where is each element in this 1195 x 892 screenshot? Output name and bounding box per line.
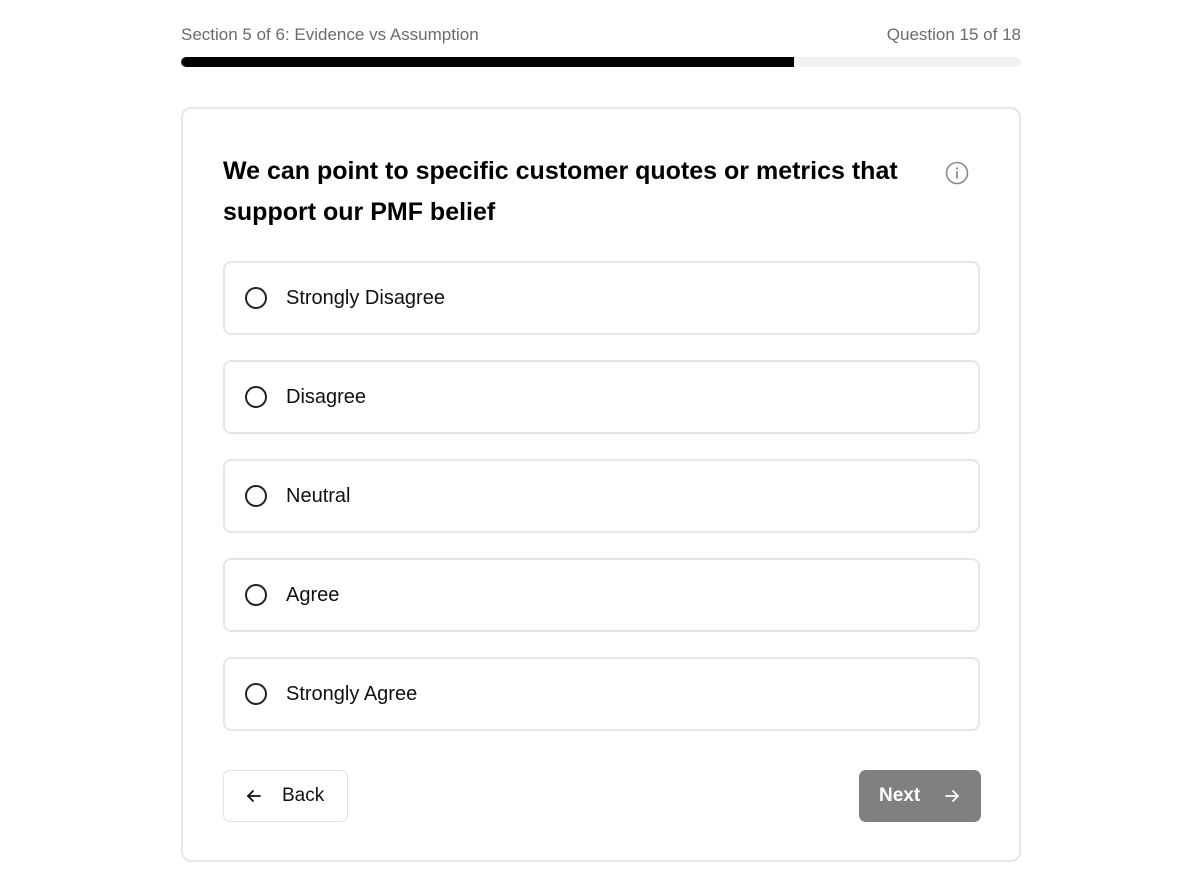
radio-button[interactable] — [245, 485, 267, 507]
radio-button[interactable] — [245, 683, 267, 705]
option-neutral[interactable]: Neutral — [223, 459, 980, 533]
info-icon[interactable] — [944, 160, 970, 186]
option-label: Neutral — [286, 484, 351, 507]
progress-bar-fill — [181, 57, 795, 67]
question-card: We can point to specific customer quotes… — [181, 107, 1021, 862]
option-label: Strongly Disagree — [286, 286, 445, 309]
option-strongly-agree[interactable]: Strongly Agree — [223, 657, 980, 731]
section-label: Section 5 of 6: Evidence vs Assumption — [181, 25, 479, 44]
progress-bar — [181, 57, 1021, 67]
radio-button[interactable] — [245, 584, 267, 606]
answer-options: Strongly Disagree Disagree Neutral Agree… — [223, 261, 980, 756]
back-button[interactable]: Back — [223, 770, 348, 822]
radio-button[interactable] — [245, 386, 267, 408]
option-agree[interactable]: Agree — [223, 558, 980, 632]
option-label: Agree — [286, 583, 340, 606]
option-label: Disagree — [286, 385, 367, 408]
question-counter: Question 15 of 18 — [886, 25, 1021, 44]
next-button[interactable]: Next — [859, 770, 981, 822]
option-strongly-disagree[interactable]: Strongly Disagree — [223, 261, 980, 335]
progress-header: Section 5 of 6: Evidence vs Assumption Q… — [181, 22, 1021, 48]
option-disagree[interactable]: Disagree — [223, 360, 980, 434]
question-title: We can point to specific customer quotes… — [223, 157, 898, 226]
option-label: Strongly Agree — [286, 682, 418, 705]
radio-button[interactable] — [245, 287, 267, 309]
next-label: Next — [879, 785, 921, 806]
arrow-right-icon — [942, 786, 962, 806]
arrow-left-icon — [244, 786, 264, 806]
back-label: Back — [282, 785, 325, 806]
